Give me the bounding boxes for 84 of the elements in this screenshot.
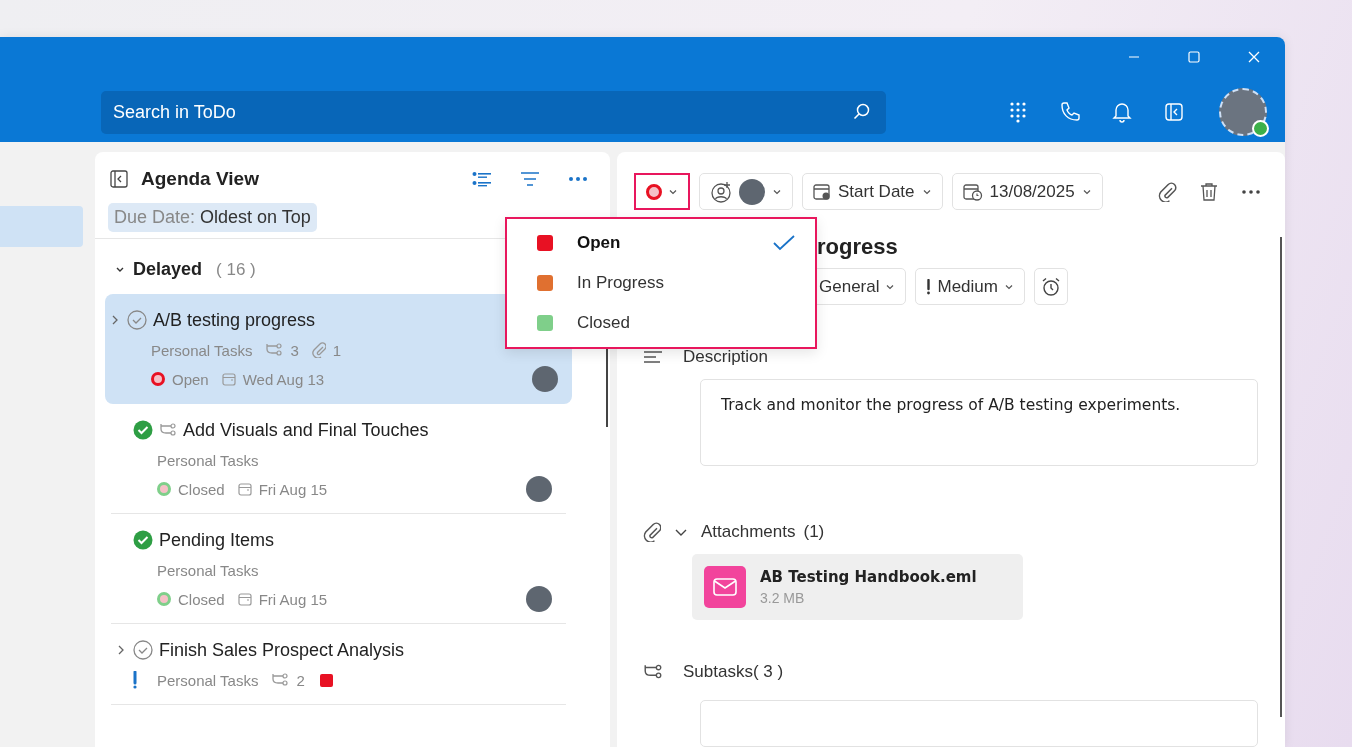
phone-icon[interactable]: [1059, 101, 1081, 123]
attachment-count: 1: [332, 341, 342, 359]
search-icon[interactable]: [852, 101, 872, 122]
add-person-icon: [710, 180, 732, 203]
user-avatar[interactable]: [1219, 88, 1267, 136]
task-card[interactable]: Finish Sales Prospect Analysis Personal Tasks 2: [111, 624, 566, 705]
completed-check-icon[interactable]: [133, 420, 153, 440]
calendar-icon: [237, 482, 252, 496]
task-card[interactable]: Add Visuals and Final Touches Personal Tasks Closed Fri Aug 15: [111, 404, 566, 514]
description-icon: [643, 351, 663, 363]
assignee-avatar: [532, 366, 558, 392]
priority-dropdown[interactable]: Medium: [915, 268, 1025, 305]
exclamation-icon: [132, 671, 138, 689]
assignee-avatar: [526, 476, 552, 502]
task-list-name: Personal Tasks: [151, 341, 253, 359]
sort-chip[interactable]: Due Date: Oldest on Top: [108, 203, 317, 232]
task-title: Pending Items: [159, 529, 275, 551]
panel-title: Agenda View: [141, 168, 259, 190]
due-date: Fri Aug 15: [258, 480, 328, 498]
section-label: Subtasks( 3 ): [683, 661, 784, 682]
subtask-icon: [643, 662, 663, 681]
due-date: Wed Aug 13: [242, 370, 325, 388]
calendar-clock-icon: [962, 182, 983, 201]
close-icon[interactable]: [1247, 50, 1261, 64]
calendar-icon: [237, 592, 252, 606]
bell-icon[interactable]: [1111, 101, 1133, 123]
subtask-icon: [159, 422, 177, 438]
more-icon[interactable]: [568, 176, 588, 182]
task-title: A/B testing progress: [153, 309, 316, 331]
task-card[interactable]: Pending Items Personal Tasks Closed Fri Aug 15: [111, 514, 566, 624]
check-circle-icon[interactable]: [133, 640, 153, 660]
status-label: Closed: [178, 480, 225, 498]
maximize-icon[interactable]: [1187, 50, 1201, 64]
section-label: Description: [683, 347, 769, 367]
trash-icon[interactable]: [1200, 181, 1218, 202]
file-size: 3.2 MB: [760, 589, 806, 606]
more-icon[interactable]: [1241, 188, 1261, 195]
attachment-count: (1): [803, 521, 825, 542]
subtask-count: 2: [296, 671, 305, 689]
task-list-name: Personal Tasks: [157, 671, 259, 689]
attachment-card[interactable]: AB Testing Handbook.eml 3.2 MB: [692, 553, 1023, 620]
task-title: rogress: [817, 234, 898, 260]
status-option[interactable]: Open: [507, 223, 815, 263]
start-date-dropdown[interactable]: Start Date: [802, 173, 943, 210]
task-title: Finish Sales Prospect Analysis: [159, 639, 405, 661]
exclamation-icon: [926, 278, 932, 295]
checkmark-icon: [773, 235, 795, 251]
paperclip-icon[interactable]: [1157, 181, 1177, 202]
expand-icon[interactable]: [117, 645, 125, 655]
status-label: Open: [172, 370, 209, 388]
status-label: Closed: [178, 590, 225, 608]
calendar-icon: [221, 372, 236, 386]
assignee-avatar: [739, 178, 765, 205]
due-date-dropdown[interactable]: 13/08/2025: [951, 173, 1103, 210]
section-label: Attachments: [701, 521, 796, 542]
search-field[interactable]: Search in ToDo: [101, 90, 886, 134]
file-name: AB Testing Handbook.eml: [760, 567, 977, 586]
description-field[interactable]: Track and monitor the progress of A/B testing experiments.: [700, 379, 1258, 466]
assignee-dropdown[interactable]: [699, 173, 793, 210]
collapse-pane-icon[interactable]: [109, 169, 129, 189]
group-title: Delayed: [133, 259, 203, 280]
assignee-avatar: [526, 586, 552, 612]
status-dropdown[interactable]: [634, 173, 690, 210]
task-title: Add Visuals and Final Touches: [183, 419, 429, 441]
completed-check-icon[interactable]: [133, 530, 153, 550]
task-list-name: Personal Tasks: [157, 561, 259, 579]
alarm-clock-icon: [1040, 276, 1061, 297]
paperclip-icon: [311, 342, 326, 358]
panel-toggle-icon[interactable]: [1163, 101, 1185, 123]
email-file-icon: [704, 565, 746, 608]
subtask-icon: [265, 342, 284, 358]
expand-icon[interactable]: [111, 315, 119, 325]
task-card[interactable]: A/B testing progress Personal Tasks 3 1 Open Wed Aug 13: [105, 294, 572, 404]
list-view-icon[interactable]: [472, 171, 492, 187]
due-date: Fri Aug 15: [258, 590, 328, 608]
subtask-count: 3: [290, 341, 299, 359]
check-circle-icon[interactable]: [127, 310, 147, 330]
subtask-icon: [271, 672, 290, 688]
task-list-name: Personal Tasks: [157, 451, 259, 469]
group-count: ( 16 ): [216, 259, 256, 280]
filter-icon[interactable]: [520, 171, 540, 187]
reminder-button[interactable]: [1033, 268, 1068, 305]
paperclip-icon: [643, 521, 661, 542]
calendar-icon: [813, 182, 831, 201]
